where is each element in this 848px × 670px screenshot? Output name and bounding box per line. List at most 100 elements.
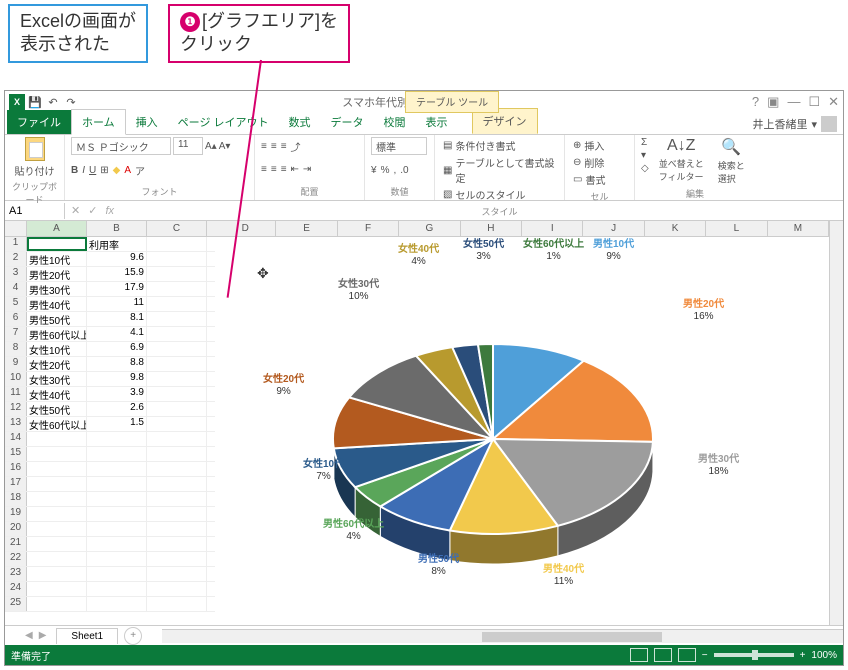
help-icon[interactable]: ? [752,94,759,110]
cell[interactable] [147,387,207,401]
cell[interactable] [147,297,207,311]
cell[interactable]: 女性20代 [27,357,87,371]
percent-icon[interactable]: % [381,165,390,176]
conditional-format-button[interactable]: ▤条件付き書式 [441,137,558,154]
delete-cells-button[interactable]: ⊖削除 [571,154,628,171]
phonetic-icon[interactable]: ア [135,163,145,178]
row-header[interactable]: 14 [5,432,27,446]
scrollbar-thumb[interactable] [482,632,662,642]
row-header[interactable]: 5 [5,297,27,311]
font-color-icon[interactable]: A [124,165,131,176]
row-header[interactable]: 9 [5,357,27,371]
row-header[interactable]: 6 [5,312,27,326]
cell[interactable]: 15.9 [87,267,147,281]
row-header[interactable]: 15 [5,447,27,461]
select-all-corner[interactable] [5,221,27,236]
cell[interactable] [147,282,207,296]
undo-icon[interactable]: ↶ [45,94,61,110]
align-center-icon[interactable]: ≡ [271,164,277,175]
cell[interactable]: 3.9 [87,387,147,401]
zoom-in-icon[interactable]: + [800,650,806,661]
cell[interactable] [147,417,207,431]
name-box[interactable]: A1 [5,203,65,219]
cell[interactable] [27,537,87,551]
cell[interactable] [147,507,207,521]
cell[interactable] [147,342,207,356]
row-header[interactable]: 13 [5,417,27,431]
row-header[interactable]: 22 [5,552,27,566]
cell[interactable] [147,357,207,371]
row-header[interactable]: 18 [5,492,27,506]
page-break-view-icon[interactable] [678,648,696,662]
cell[interactable] [87,492,147,506]
col-header[interactable]: M [768,221,829,236]
row-header[interactable]: 23 [5,567,27,581]
paste-button[interactable]: 貼り付け [11,137,58,178]
col-header[interactable]: L [706,221,767,236]
enter-icon[interactable]: ✓ [88,204,97,217]
cell[interactable]: 女性30代 [27,372,87,386]
cancel-icon[interactable]: ✕ [71,204,80,217]
row-header[interactable]: 11 [5,387,27,401]
cell[interactable]: 利用率 [87,237,147,251]
row-header[interactable]: 24 [5,582,27,596]
indent-increase-icon[interactable]: ⇥ [303,164,311,175]
underline-button[interactable]: U [89,165,96,176]
row-header[interactable]: 1 [5,237,27,251]
cell[interactable] [87,522,147,536]
col-header[interactable]: B [87,221,147,236]
tab-data[interactable]: データ [321,110,374,134]
col-header[interactable]: D [215,221,276,236]
row-header[interactable]: 4 [5,282,27,296]
cell[interactable]: 男性40代 [27,297,87,311]
ribbon-display-icon[interactable]: ▣ [767,94,779,110]
cell[interactable] [147,252,207,266]
row-header[interactable]: 16 [5,462,27,476]
tab-view[interactable]: 表示 [416,110,458,134]
cell[interactable]: 女性50代 [27,402,87,416]
border-icon[interactable]: ⊞ [100,165,108,176]
fill-icon[interactable]: ▾ [641,150,649,161]
italic-button[interactable]: I [82,165,85,176]
decrease-font-icon[interactable]: A▾ [219,141,231,152]
vertical-scrollbar[interactable] [829,221,843,625]
cell[interactable]: 男性20代 [27,267,87,281]
align-right-icon[interactable]: ≡ [281,164,287,175]
accounting-icon[interactable]: ¥ [371,165,377,176]
row-header[interactable]: 3 [5,267,27,281]
worksheet-area[interactable]: A B C 1 利用率 2男性10代9.63男性20代15.94男性30代17.… [5,221,843,625]
cell[interactable] [27,522,87,536]
cell[interactable] [27,447,87,461]
orientation-icon[interactable]: ⤴ [291,139,301,154]
row-header[interactable]: 8 [5,342,27,356]
number-format-select[interactable]: 標準 [371,137,427,155]
font-size-select[interactable]: 11 [173,137,203,155]
cell[interactable] [147,372,207,386]
cell[interactable]: 17.9 [87,282,147,296]
cell[interactable]: 男性60代以上 [27,327,87,341]
fill-color-icon[interactable]: ◆ [113,165,121,176]
row-header[interactable]: 12 [5,402,27,416]
cell[interactable]: 男性50代 [27,312,87,326]
minimize-icon[interactable]: — [787,94,800,110]
cell[interactable] [147,582,207,596]
cell[interactable] [147,597,207,611]
pie-chart[interactable] [293,309,693,589]
cell[interactable] [27,582,87,596]
sheet-tab[interactable]: Sheet1 [56,628,118,644]
cell[interactable] [27,567,87,581]
col-header[interactable]: F [338,221,399,236]
align-middle-icon[interactable]: ≡ [271,141,277,152]
cell[interactable]: 1.5 [87,417,147,431]
sort-filter-button[interactable]: A↓Z 並べ替えと フィルター [655,137,708,185]
cell[interactable] [27,462,87,476]
cell[interactable] [27,432,87,446]
close-icon[interactable]: ✕ [828,94,839,110]
col-header[interactable]: K [645,221,706,236]
row-header[interactable]: 7 [5,327,27,341]
cell[interactable]: 6.9 [87,342,147,356]
cell[interactable]: 8.8 [87,357,147,371]
normal-view-icon[interactable] [630,648,648,662]
user-account[interactable]: 井上香緒里 ▾ [746,114,843,134]
sheet-nav-prev-icon[interactable]: ◀ [25,630,33,641]
